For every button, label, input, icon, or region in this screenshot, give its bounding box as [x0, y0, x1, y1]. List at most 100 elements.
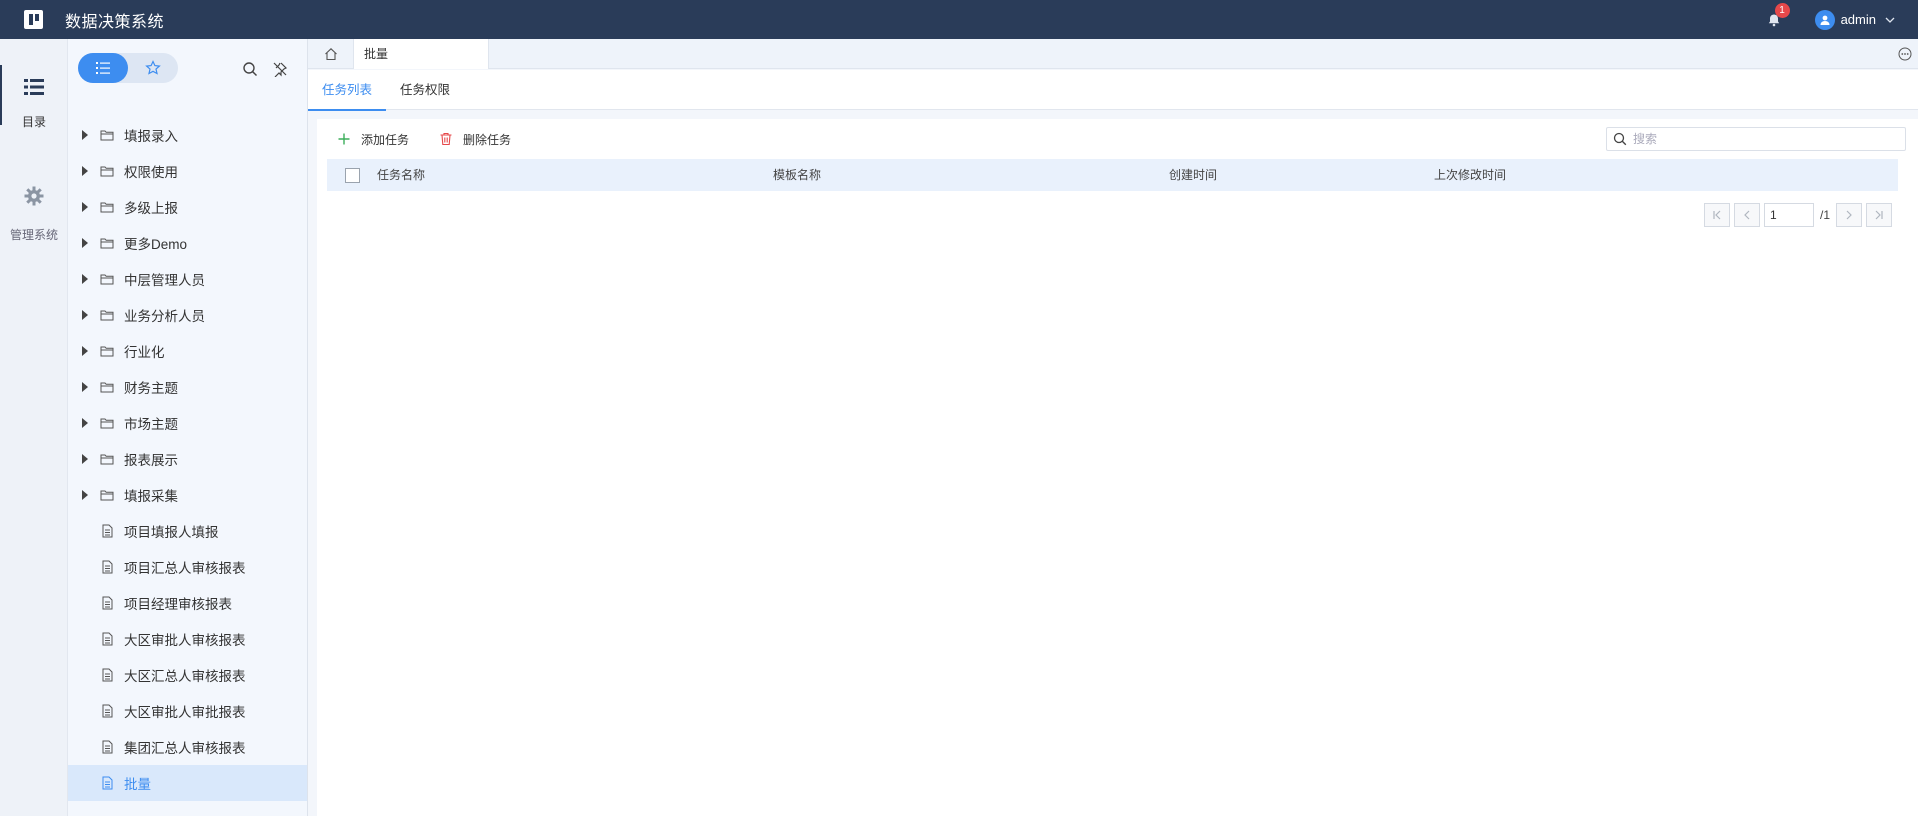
tree-item-label: 项目汇总人审核报表 [124, 561, 246, 576]
next-page-button[interactable] [1836, 203, 1862, 227]
folder-icon [100, 380, 114, 394]
first-page-icon [1713, 210, 1721, 220]
list-icon [96, 62, 110, 74]
favorites-view-button[interactable] [128, 53, 178, 83]
tree-panel: 填报录入 权限使用 多级上报更多Demo 中层管理人员业务分析人员行业化财务主题市场主… [68, 39, 308, 816]
file-icon [100, 776, 114, 790]
tree-item[interactable]: 中层管理人员 [68, 261, 307, 297]
top-bar: 数据决策系统 1 admin [0, 0, 1918, 39]
column-template-name[interactable]: 模板名称 [773, 159, 821, 191]
delete-task-button[interactable]: 删除任务 [439, 129, 511, 149]
column-created-time[interactable]: 创建时间 [1169, 159, 1217, 191]
caret-right-icon[interactable] [82, 130, 88, 140]
tree-item[interactable]: 财务主题 [68, 369, 307, 405]
tree-item-label: 大区审批人审批报表 [124, 705, 246, 720]
tree-item-label: 大区汇总人审核报表 [124, 669, 246, 684]
tab-batch[interactable]: 批量 [354, 39, 489, 69]
column-modified-time[interactable]: 上次修改时间 [1434, 159, 1506, 191]
caret-right-icon[interactable] [82, 274, 88, 284]
tree-item[interactable]: 填报录入 [68, 117, 307, 153]
tree-item-label: 项目填报人填报 [124, 525, 219, 540]
prev-page-button[interactable] [1734, 203, 1760, 227]
chevron-down-icon[interactable] [1884, 14, 1896, 26]
tree-item-label: 集团汇总人审核报表 [124, 741, 246, 756]
file-icon [100, 704, 114, 718]
caret-right-icon[interactable] [82, 418, 88, 428]
more-options-icon[interactable] [1898, 47, 1912, 61]
folder-icon [100, 128, 114, 142]
tree-item[interactable]: 更多Demo [68, 225, 307, 261]
file-icon [100, 560, 114, 574]
tree-item[interactable]: 行业化 [68, 333, 307, 369]
notification-badge: 1 [1774, 2, 1790, 18]
unpin-icon[interactable] [272, 61, 288, 77]
tree-item[interactable]: 多级上报 [68, 189, 307, 225]
tree-item[interactable]: 项目填报人填报 [68, 513, 307, 549]
rail-item-catalog[interactable]: 目录 [0, 65, 68, 130]
tree-item[interactable]: 项目汇总人审核报表 [68, 549, 307, 585]
home-tab[interactable] [308, 39, 354, 69]
tree-item[interactable]: 市场主题 [68, 405, 307, 441]
tree-item-label: 中层管理人员 [124, 273, 205, 288]
tab-task-permission[interactable]: 任务权限 [386, 70, 464, 110]
file-icon [100, 668, 114, 682]
caret-right-icon[interactable] [82, 382, 88, 392]
folder-icon [100, 488, 114, 502]
home-icon [324, 48, 337, 61]
chevron-left-icon [1744, 210, 1750, 220]
caret-right-icon[interactable] [82, 202, 88, 212]
add-task-button[interactable]: 添加任务 [337, 129, 409, 149]
chevron-right-icon [1846, 210, 1852, 220]
caret-right-icon[interactable] [82, 310, 88, 320]
folder-icon [100, 164, 114, 178]
username[interactable]: admin [1841, 12, 1876, 27]
main-area: 批量 任务列表 任务权限 添加任务 删除任务 任务名称 模板名称 创建时间 上次… [308, 39, 1918, 816]
logo-icon [24, 10, 43, 29]
caret-right-icon[interactable] [82, 346, 88, 356]
rail-item-management[interactable]: 管理系统 [0, 186, 68, 243]
last-page-button[interactable] [1866, 203, 1892, 227]
page-total: /1 [1820, 208, 1831, 222]
rail-label-management: 管理系统 [9, 228, 58, 242]
tree-item[interactable]: 报表展示 [68, 441, 307, 477]
left-rail: 目录 管理系统 [0, 39, 68, 816]
page-number-input[interactable]: 1 [1764, 203, 1814, 227]
search-icon[interactable] [242, 61, 258, 77]
tab-bar: 批量 [308, 39, 1918, 69]
tree-item[interactable]: 项目经理审核报表 [68, 585, 307, 621]
select-all-checkbox[interactable] [345, 168, 360, 183]
tree-item-label: 财务主题 [124, 381, 178, 396]
column-task-name[interactable]: 任务名称 [377, 159, 425, 191]
tree-item-label: 行业化 [124, 345, 165, 360]
view-toggle [78, 53, 178, 83]
table-header: 任务名称 模板名称 创建时间 上次修改时间 [327, 159, 1898, 191]
folder-icon [100, 344, 114, 358]
tree-item[interactable]: 业务分析人员 [68, 297, 307, 333]
tree-item[interactable]: 大区审批人审核报表 [68, 621, 307, 657]
caret-right-icon[interactable] [82, 238, 88, 248]
folder-icon [100, 236, 114, 250]
caret-right-icon[interactable] [82, 166, 88, 176]
catalog-view-button[interactable] [78, 53, 128, 83]
avatar[interactable] [1814, 9, 1835, 30]
file-icon [100, 524, 114, 538]
tree-item-label: 更多Demo [124, 237, 188, 252]
tree-item[interactable]: 大区审批人审批报表 [68, 693, 307, 729]
tree-item-label: 批量 [124, 777, 151, 792]
tree-item[interactable]: 批量 [68, 765, 307, 801]
tree-item[interactable]: 填报采集 [68, 477, 307, 513]
caret-right-icon[interactable] [82, 454, 88, 464]
tree-item-label: 项目经理审核报表 [124, 597, 232, 612]
caret-right-icon[interactable] [82, 490, 88, 500]
gear-icon [24, 186, 44, 206]
folder-icon [100, 308, 114, 322]
first-page-button[interactable] [1704, 203, 1730, 227]
tab-task-list[interactable]: 任务列表 [308, 70, 386, 111]
file-icon [100, 632, 114, 646]
tree-item[interactable]: 大区汇总人审核报表 [68, 657, 307, 693]
tree-item[interactable]: 权限使用 [68, 153, 307, 189]
add-task-label: 添加任务 [361, 132, 410, 147]
tree-item[interactable]: 集团汇总人审核报表 [68, 729, 307, 765]
search-input[interactable] [1633, 132, 1893, 146]
notification-bell[interactable]: 1 [1767, 2, 1790, 27]
